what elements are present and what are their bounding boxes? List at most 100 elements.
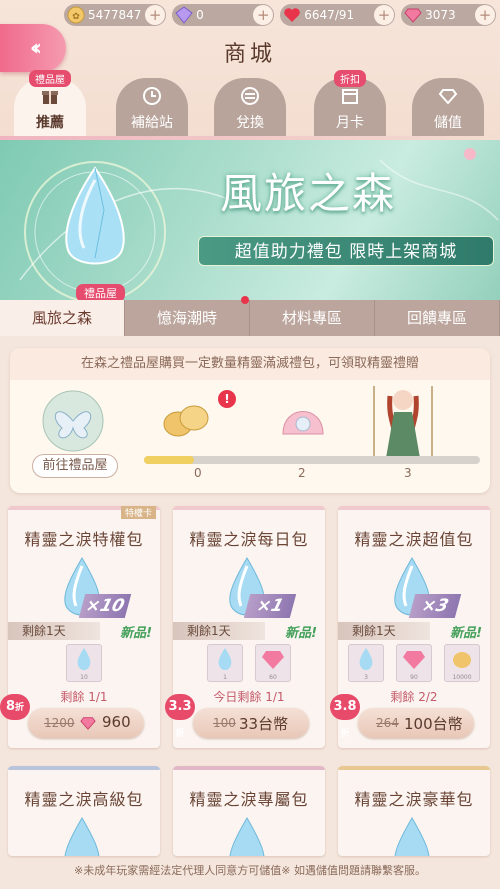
teardrop-gem-icon bbox=[218, 648, 232, 670]
gift-box-icon bbox=[42, 91, 58, 104]
subtab-forest[interactable]: 風旅之森 bbox=[0, 300, 125, 336]
card-top-strip bbox=[8, 766, 160, 770]
item-slot[interactable]: 3 bbox=[348, 644, 384, 682]
item-slot[interactable]: 90 bbox=[396, 644, 432, 682]
page-title: 商城 bbox=[223, 42, 276, 67]
tab-monthly-card[interactable]: 折扣 月卡 bbox=[314, 70, 386, 136]
product-card[interactable]: 精靈之淚每日包 ×1 剩餘1天 新品! 1 60 今日剩餘 1/1 3.3 折 1… bbox=[165, 506, 325, 748]
exchange-icon bbox=[241, 87, 259, 105]
slot-count: 1 bbox=[223, 674, 227, 681]
main-tabs: 禮品屋 推薦 補給站 兌換 折扣 月卡 儲值 bbox=[0, 70, 500, 140]
pink-gem-icon bbox=[262, 651, 284, 669]
new-badge: 新品! bbox=[285, 626, 317, 641]
teardrop-gem-icon bbox=[359, 648, 373, 670]
subtab-sea[interactable]: 憶海潮時 bbox=[125, 296, 250, 336]
card-name: 精靈之淚每日包 bbox=[189, 530, 309, 549]
gold-nugget-icon bbox=[453, 652, 471, 668]
alert-icon: ! bbox=[218, 390, 236, 408]
diamond-counter: 0 + bbox=[172, 4, 275, 26]
discount-unit: 折 bbox=[175, 729, 185, 739]
panel-info-text: 在森之禮品屋購買一定數量精靈滿滅禮包，可領取精靈禮贈 bbox=[10, 348, 490, 380]
add-gold-button[interactable]: + bbox=[145, 5, 166, 25]
discount-unit: 折 bbox=[340, 729, 350, 739]
card-top-strip bbox=[173, 506, 325, 510]
privilege-tag: 特權卡 bbox=[120, 506, 156, 519]
product-card[interactable]: 精靈之淚豪華包 bbox=[338, 766, 490, 856]
item-slot[interactable]: 10000 bbox=[444, 644, 480, 682]
card-name: 精靈之淚豪華包 bbox=[354, 790, 474, 809]
slot-count: 10 bbox=[80, 674, 88, 681]
product-card[interactable]: 精靈之淚專屬包 bbox=[173, 766, 325, 856]
tab-recommend[interactable]: 禮品屋 推薦 bbox=[14, 70, 86, 136]
remaining-days: 剩餘1天 bbox=[173, 622, 265, 640]
item-slot[interactable]: 60 bbox=[255, 644, 291, 682]
teardrop-gem-icon bbox=[229, 817, 265, 856]
progress-bar bbox=[144, 456, 480, 464]
heart-icon bbox=[284, 8, 301, 22]
svg-text:✿: ✿ bbox=[72, 12, 80, 22]
tab-label: 補給站 bbox=[131, 115, 173, 131]
footer-disclaimer: ※未成年玩家需經法定代理人同意方可儲值※ 如遇儲值問題請聯繫客服。 bbox=[74, 864, 426, 877]
item-slot[interactable]: 1 bbox=[207, 644, 243, 682]
product-card[interactable]: 特權卡 精靈之淚特權包 ×10 剩餘1天 新品! 10 剩餘 1/1 8折 12… bbox=[0, 506, 160, 748]
discount-badge: 8折 bbox=[0, 694, 30, 720]
add-diamond-button[interactable]: + bbox=[253, 5, 274, 25]
multiplier-badge: ×1 bbox=[243, 594, 297, 618]
diamond-value: 0 bbox=[196, 8, 204, 22]
tab-label: 儲值 bbox=[434, 115, 462, 131]
tab-topup[interactable]: 儲值 bbox=[412, 78, 484, 136]
slot-count: 60 bbox=[269, 674, 277, 681]
notification-dot bbox=[241, 296, 249, 304]
gem-counter: 3073 + bbox=[401, 4, 496, 26]
add-stamina-button[interactable]: + bbox=[374, 5, 395, 25]
go-to-gift-shop-button[interactable]: 前往禮品屋 bbox=[32, 454, 118, 478]
banner-title: 風旅之森 bbox=[220, 169, 397, 218]
teardrop-gem-icon bbox=[394, 817, 430, 856]
sale-price: 100台幣 bbox=[404, 715, 463, 733]
buy-button[interactable]: 100 33台幣 bbox=[193, 708, 309, 738]
tab-label: 兌換 bbox=[236, 115, 264, 131]
tab-supply[interactable]: 補給站 bbox=[116, 78, 188, 136]
tab-label: 月卡 bbox=[336, 115, 364, 131]
discount-badge: 3.8 折 bbox=[330, 694, 360, 739]
milestone-label: 0 bbox=[194, 466, 202, 480]
milestone-label: 2 bbox=[298, 466, 306, 480]
resource-bar: ✿ 5477847 + 0 + 6647/91 + 3073 + bbox=[0, 0, 500, 30]
purchase-limit: 今日剩餘 1/1 bbox=[213, 690, 285, 704]
discount-badge: 3.3 折 bbox=[165, 694, 195, 739]
sub-tabs: 風旅之森 憶海潮時 材料專區 回饋專區 bbox=[0, 296, 500, 336]
new-badge: 新品! bbox=[120, 626, 152, 641]
gold-value: 5477847 bbox=[88, 8, 142, 22]
subtab-materials[interactable]: 材料專區 bbox=[250, 300, 375, 336]
slot-count: 90 bbox=[410, 674, 418, 681]
product-card[interactable]: 精靈之淚超值包 ×3 剩餘1天 新品! 3 90 10000 剩餘 2/2 3.… bbox=[330, 506, 490, 748]
card-top-strip bbox=[338, 766, 490, 770]
slot-count: 10000 bbox=[452, 674, 472, 681]
pink-gem-icon bbox=[80, 717, 96, 730]
clock-bag-icon bbox=[143, 87, 161, 105]
teardrop-gem-icon bbox=[64, 817, 100, 856]
banner-subtitle: 超值助力禮包 限時上架商城 bbox=[198, 236, 494, 266]
card-name: 精靈之淚高級包 bbox=[24, 790, 144, 809]
gift-progress-panel: 在森之禮品屋購買一定數量精靈滿滅禮包，可領取精靈禮贈 前往禮品屋 ! 0 2 3 bbox=[10, 348, 490, 493]
multiplier-badge: ×10 bbox=[78, 594, 132, 618]
discount-value: 3.3 bbox=[168, 699, 192, 714]
add-gem-button[interactable]: + bbox=[474, 5, 495, 25]
progress-fill bbox=[144, 456, 195, 464]
discount-unit: 折 bbox=[15, 703, 25, 713]
item-slot[interactable]: 10 bbox=[66, 644, 102, 682]
tab-exchange[interactable]: 兌換 bbox=[214, 78, 286, 136]
product-card[interactable]: 精靈之淚高級包 bbox=[8, 766, 160, 856]
tab-tag: 禮品屋 bbox=[29, 70, 71, 87]
buy-button[interactable]: 264 100台幣 bbox=[358, 708, 474, 738]
gold-counter: ✿ 5477847 + bbox=[64, 4, 167, 26]
subtab-rewards[interactable]: 回饋專區 bbox=[375, 300, 500, 336]
discount-value: 8 bbox=[5, 699, 16, 714]
buy-button[interactable]: 1200 960 bbox=[28, 708, 144, 738]
subtab-label: 憶海潮時 bbox=[156, 309, 217, 327]
sale-price: 960 bbox=[102, 713, 131, 731]
card-name: 精靈之淚特權包 bbox=[24, 530, 144, 549]
original-price: 100 bbox=[213, 716, 236, 730]
stamina-counter: 6647/91 + bbox=[280, 4, 396, 26]
event-banner[interactable]: 風旅之森 超值助力禮包 限時上架商城 禮品屋 bbox=[0, 140, 500, 300]
